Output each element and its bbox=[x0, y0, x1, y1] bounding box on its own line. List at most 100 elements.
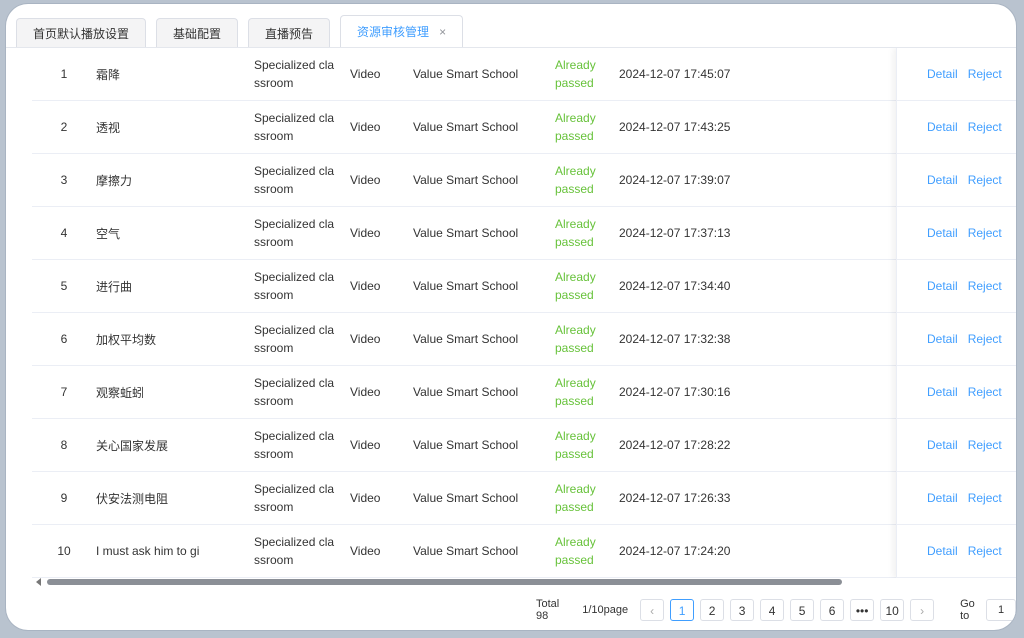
review-status: Already passed bbox=[555, 164, 596, 196]
row-index: 8 bbox=[60, 438, 68, 452]
resource-school: Value Smart School bbox=[413, 385, 519, 399]
resource-category: Specialized classroom bbox=[254, 111, 335, 143]
reject-link[interactable]: Reject bbox=[968, 544, 1002, 558]
page-button-10[interactable]: 10 bbox=[880, 599, 905, 621]
resource-name: 关心国家发展 bbox=[96, 438, 169, 453]
page-button-1[interactable]: 1 bbox=[670, 599, 695, 621]
table-row: 4 空气 Specialized classroom Video Value Smart… bbox=[32, 207, 1016, 260]
detail-link[interactable]: Detail bbox=[927, 279, 958, 293]
review-status: Already passed bbox=[555, 535, 596, 567]
resource-school: Value Smart School bbox=[413, 491, 519, 505]
app-window: 首页默认播放设置 基础配置 直播预告 资源审核管理 × 1 霜降 Specialize… bbox=[6, 4, 1016, 630]
resource-table: 1 霜降 Specialized classroom Video Value Smart… bbox=[32, 48, 1016, 578]
resource-name: 进行曲 bbox=[96, 279, 133, 294]
detail-link[interactable]: Detail bbox=[927, 438, 958, 452]
resource-category: Specialized classroom bbox=[254, 270, 335, 302]
page-button-5[interactable]: 5 bbox=[790, 599, 815, 621]
detail-link[interactable]: Detail bbox=[927, 173, 958, 187]
detail-link[interactable]: Detail bbox=[927, 332, 958, 346]
detail-link[interactable]: Detail bbox=[927, 226, 958, 240]
resource-type: Video bbox=[350, 544, 381, 558]
table-row: 8 关心国家发展 Specialized classroom Video Value S… bbox=[32, 419, 1016, 472]
table-row: 7 观察蚯蚓 Specialized classroom Video Value Sma… bbox=[32, 366, 1016, 419]
tab-label: 资源审核管理 bbox=[357, 25, 430, 39]
resource-name: I must ask him to gi bbox=[96, 544, 200, 558]
submit-time: 2024-12-07 17:26:33 bbox=[619, 491, 731, 505]
resource-type: Video bbox=[350, 332, 381, 346]
resource-name: 加权平均数 bbox=[96, 332, 157, 347]
horizontal-scrollbar[interactable] bbox=[32, 578, 1016, 586]
resource-type: Video bbox=[350, 226, 381, 240]
more-pages-icon[interactable]: ••• bbox=[850, 599, 875, 621]
action-cell: Detail Reject bbox=[897, 101, 1016, 154]
tab-label: 首页默认播放设置 bbox=[33, 27, 130, 41]
reject-link[interactable]: Reject bbox=[968, 226, 1002, 240]
tab-bar: 首页默认播放设置 基础配置 直播预告 资源审核管理 × bbox=[16, 12, 1016, 48]
page-button-2[interactable]: 2 bbox=[700, 599, 725, 621]
next-page-button[interactable]: › bbox=[910, 599, 935, 621]
detail-link[interactable]: Detail bbox=[927, 120, 958, 134]
total-count: Total 98 bbox=[536, 598, 560, 622]
review-status: Already passed bbox=[555, 58, 596, 90]
submit-time: 2024-12-07 17:24:20 bbox=[619, 544, 731, 558]
submit-time: 2024-12-07 17:43:25 bbox=[619, 120, 731, 134]
pagination: Total 98 1/10page ‹ 1 2 3 4 5 6 ••• 10 ›… bbox=[536, 598, 1016, 622]
resource-school: Value Smart School bbox=[413, 279, 519, 293]
review-status: Already passed bbox=[555, 482, 596, 514]
reject-link[interactable]: Reject bbox=[968, 491, 1002, 505]
tab-resource-review[interactable]: 资源审核管理 × bbox=[340, 15, 464, 48]
resource-school: Value Smart School bbox=[413, 226, 519, 240]
goto-input[interactable] bbox=[986, 599, 1016, 621]
page-button-6[interactable]: 6 bbox=[820, 599, 845, 621]
scroll-thumb[interactable] bbox=[47, 579, 842, 585]
review-status: Already passed bbox=[555, 323, 596, 355]
detail-link[interactable]: Detail bbox=[927, 491, 958, 505]
review-status: Already passed bbox=[555, 111, 596, 143]
reject-link[interactable]: Reject bbox=[968, 438, 1002, 452]
row-index: 10 bbox=[57, 544, 71, 558]
action-cell: Detail Reject bbox=[897, 48, 1016, 101]
submit-time: 2024-12-07 17:39:07 bbox=[619, 173, 731, 187]
reject-link[interactable]: Reject bbox=[968, 279, 1002, 293]
resource-name: 观察蚯蚓 bbox=[96, 385, 145, 400]
action-cell: Detail Reject bbox=[897, 366, 1016, 419]
resource-type: Video bbox=[350, 385, 381, 399]
page-button-3[interactable]: 3 bbox=[730, 599, 755, 621]
resource-category: Specialized classroom bbox=[254, 164, 335, 196]
reject-link[interactable]: Reject bbox=[968, 385, 1002, 399]
scroll-left-arrow-icon[interactable] bbox=[36, 578, 41, 586]
resource-school: Value Smart School bbox=[413, 332, 519, 346]
resource-school: Value Smart School bbox=[413, 173, 519, 187]
tab-live-preview[interactable]: 直播预告 bbox=[248, 18, 331, 48]
close-icon[interactable]: × bbox=[439, 25, 446, 39]
tab-basic-config[interactable]: 基础配置 bbox=[156, 18, 239, 48]
reject-link[interactable]: Reject bbox=[968, 120, 1002, 134]
action-cell: Detail Reject bbox=[897, 260, 1016, 313]
reject-link[interactable]: Reject bbox=[968, 173, 1002, 187]
reject-link[interactable]: Reject bbox=[968, 67, 1002, 81]
resource-name: 透视 bbox=[96, 120, 121, 135]
tab-home-playback[interactable]: 首页默认播放设置 bbox=[16, 18, 147, 48]
submit-time: 2024-12-07 17:45:07 bbox=[619, 67, 731, 81]
submit-time: 2024-12-07 17:32:38 bbox=[619, 332, 731, 346]
detail-link[interactable]: Detail bbox=[927, 67, 958, 81]
detail-link[interactable]: Detail bbox=[927, 385, 958, 399]
action-cell: Detail Reject bbox=[897, 419, 1016, 472]
page-button-4[interactable]: 4 bbox=[760, 599, 785, 621]
goto-label: Go to bbox=[960, 598, 975, 622]
resource-category: Specialized classroom bbox=[254, 535, 335, 567]
prev-page-button[interactable]: ‹ bbox=[640, 599, 665, 621]
detail-link[interactable]: Detail bbox=[927, 544, 958, 558]
table-row: 9 伏安法测电阻 Specialized classroom Video Value S… bbox=[32, 472, 1016, 525]
resource-type: Video bbox=[350, 67, 381, 81]
resource-name: 霜降 bbox=[96, 67, 121, 82]
resource-name: 摩擦力 bbox=[96, 173, 133, 188]
resource-name: 空气 bbox=[96, 226, 121, 241]
review-status: Already passed bbox=[555, 270, 596, 302]
table-row: 6 加权平均数 Specialized classroom Video Value Sm… bbox=[32, 313, 1016, 366]
resource-school: Value Smart School bbox=[413, 120, 519, 134]
reject-link[interactable]: Reject bbox=[968, 332, 1002, 346]
table-row: 5 进行曲 Specialized classroom Video Value Smar… bbox=[32, 260, 1016, 313]
resource-category: Specialized classroom bbox=[254, 323, 335, 355]
row-index: 4 bbox=[60, 226, 68, 240]
